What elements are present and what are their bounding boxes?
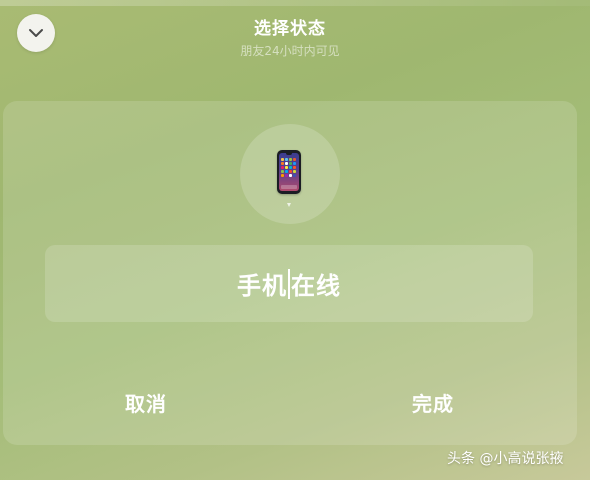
text-cursor — [288, 268, 290, 299]
status-text: 手机 在线 — [45, 245, 533, 322]
caret-down-icon — [287, 203, 291, 207]
status-bar — [0, 0, 590, 6]
page-subtitle: 朋友24小时内可见 — [240, 44, 340, 58]
status-text-field[interactable]: 手机 在线 — [45, 245, 533, 322]
watermark: 头条 @小高说张掖 — [447, 451, 564, 467]
done-button[interactable]: 完成 — [373, 388, 493, 420]
page-title: 选择状态 — [254, 19, 326, 39]
cancel-button[interactable]: 取消 — [86, 388, 206, 420]
status-text-before: 手机 — [237, 272, 287, 300]
status-text-after: 在线 — [291, 272, 341, 300]
smartphone-icon — [277, 150, 301, 194]
